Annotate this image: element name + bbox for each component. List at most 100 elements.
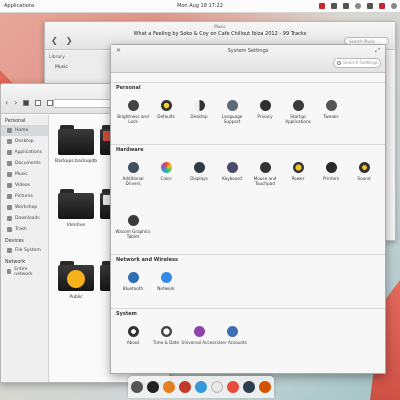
info-icon bbox=[127, 326, 139, 337]
sidebar-item-documents[interactable]: Documents bbox=[1, 158, 48, 169]
bluetooth-icon bbox=[127, 272, 139, 283]
sidebar-item-entire-network[interactable]: Entire network bbox=[1, 266, 48, 277]
top-panel: Applications Mon Aug 18 17:22 bbox=[0, 0, 400, 13]
indicators bbox=[319, 3, 397, 9]
plug-additional-drivers[interactable]: Additional Drivers bbox=[115, 162, 151, 186]
now-playing-track: What a Feeling by Soko & Coy on Cafe Chi… bbox=[133, 31, 307, 37]
sidebar-item-file-system[interactable]: File System bbox=[1, 245, 48, 256]
music-app-icon[interactable] bbox=[227, 381, 239, 393]
star-icon bbox=[160, 100, 172, 111]
plug-universal-access[interactable]: Universal Access bbox=[181, 326, 217, 345]
section-header: Hardware bbox=[116, 147, 144, 153]
volume-icon[interactable] bbox=[367, 3, 373, 9]
forward-icon[interactable]: › bbox=[14, 98, 17, 107]
desktop-icon bbox=[193, 100, 205, 111]
network-icon[interactable] bbox=[355, 3, 361, 9]
plug-bluetooth[interactable]: Bluetooth bbox=[115, 272, 151, 291]
folder-icon[interactable] bbox=[58, 125, 94, 155]
files-sidebar: Personal Home Desktop Applications Docum… bbox=[1, 115, 49, 382]
settings-headerbar: ✕ System Settings ⤢ Search Settings bbox=[111, 45, 385, 73]
sidebar-item-desktop[interactable]: Desktop bbox=[1, 136, 48, 147]
terminal-icon[interactable] bbox=[243, 381, 255, 393]
plug-language[interactable]: Language Support bbox=[214, 100, 250, 124]
app-indicator-icon[interactable] bbox=[319, 3, 325, 9]
plug-about[interactable]: About bbox=[115, 326, 151, 345]
plug-tweaks[interactable]: Tweaks bbox=[313, 100, 349, 119]
section-header: Personal bbox=[116, 85, 141, 91]
session-icon[interactable] bbox=[391, 3, 397, 9]
plug-privacy[interactable]: Privacy bbox=[247, 100, 283, 119]
chat-icon[interactable] bbox=[195, 381, 207, 393]
sidebar-item-videos[interactable]: Videos bbox=[1, 180, 48, 191]
sidebar-item-music[interactable]: Music bbox=[1, 169, 48, 180]
sidebar-item-trash[interactable]: Trash bbox=[1, 224, 48, 235]
section-header: Network and Wireless bbox=[116, 257, 178, 263]
videos-icon bbox=[7, 183, 12, 188]
library-header: Library bbox=[49, 55, 65, 60]
public-folder-icon[interactable] bbox=[58, 261, 94, 291]
driver-icon bbox=[127, 162, 139, 173]
section-hardware: Hardware Additional Drivers Color Displa… bbox=[111, 144, 385, 254]
applications-icon bbox=[7, 150, 12, 155]
plug-power[interactable]: Power bbox=[280, 162, 316, 181]
mail-app-icon[interactable] bbox=[179, 381, 191, 393]
drive-icon bbox=[7, 248, 12, 253]
battery-icon[interactable] bbox=[343, 3, 349, 9]
section-personal: Personal Brightness and Lock Defaults De… bbox=[111, 82, 385, 144]
sidebar-item-downloads[interactable]: Downloads bbox=[1, 213, 48, 224]
library-item-music[interactable]: Music bbox=[49, 65, 106, 70]
list-view-icon[interactable] bbox=[35, 99, 42, 106]
rocket-icon bbox=[292, 100, 304, 111]
plug-sound[interactable]: Sound bbox=[346, 162, 382, 181]
back-icon[interactable]: ‹ bbox=[5, 98, 8, 107]
sidebar-item-home[interactable]: Home bbox=[1, 125, 48, 136]
grid-view-icon[interactable] bbox=[23, 99, 30, 106]
sidebar-item-workshop[interactable]: Workshop bbox=[1, 202, 48, 213]
keyboard-icon bbox=[226, 162, 238, 173]
power-icon bbox=[292, 162, 304, 173]
sidebar-item-pictures[interactable]: Pictures bbox=[1, 191, 48, 202]
playback-controls: ❮ ❯ bbox=[51, 36, 72, 45]
plug-time-date[interactable]: Time & Date bbox=[148, 326, 184, 345]
color-icon bbox=[160, 162, 172, 173]
folder-icon[interactable] bbox=[58, 189, 94, 219]
previous-icon[interactable]: ❮ bbox=[51, 36, 58, 45]
plug-startup-applications[interactable]: Startup Applications bbox=[280, 100, 316, 124]
display-icon bbox=[193, 162, 205, 173]
plug-brightness-lock[interactable]: Brightness and Lock bbox=[115, 100, 151, 124]
section-system: System About Time & Date Universal Acces… bbox=[111, 308, 385, 374]
notifications-icon[interactable] bbox=[379, 3, 385, 9]
language-icon bbox=[226, 100, 238, 111]
desktop-icon bbox=[7, 139, 12, 144]
photos-icon[interactable] bbox=[259, 381, 271, 393]
section-header: System bbox=[116, 311, 137, 317]
plug-defaults[interactable]: Defaults bbox=[148, 100, 184, 119]
dock bbox=[128, 376, 274, 398]
plug-displays[interactable]: Displays bbox=[181, 162, 217, 181]
plug-mouse-touchpad[interactable]: Mouse and Touchpad bbox=[247, 162, 283, 186]
settings-search-input[interactable]: Search Settings bbox=[333, 58, 381, 68]
browser-icon[interactable] bbox=[147, 381, 159, 393]
music-app-title: Music bbox=[214, 24, 226, 29]
network-icon bbox=[7, 269, 12, 274]
calendar-icon[interactable] bbox=[211, 381, 223, 393]
plug-color[interactable]: Color bbox=[148, 162, 184, 181]
personal-section-header: Personal bbox=[5, 119, 26, 124]
search-icon bbox=[337, 61, 341, 65]
plug-printers[interactable]: Printers bbox=[313, 162, 349, 181]
plug-network[interactable]: Network bbox=[148, 272, 184, 291]
files-navigation: ‹ › bbox=[5, 98, 54, 107]
play-icon[interactable]: ❯ bbox=[66, 36, 73, 45]
sidebar-item-applications[interactable]: Applications bbox=[1, 147, 48, 158]
maximize-icon[interactable]: ⤢ bbox=[375, 47, 380, 55]
plug-desktop[interactable]: Desktop bbox=[181, 100, 217, 119]
plug-user-accounts[interactable]: User Accounts bbox=[214, 326, 250, 345]
plug-wacom[interactable]: Wacom Graphics Tablet bbox=[115, 215, 151, 239]
plug-keyboard[interactable]: Keyboard bbox=[214, 162, 250, 181]
multitasking-icon[interactable] bbox=[131, 381, 143, 393]
firefox-icon[interactable] bbox=[163, 381, 175, 393]
mail-icon[interactable] bbox=[331, 3, 337, 9]
accessibility-icon bbox=[193, 326, 205, 337]
downloads-icon bbox=[7, 216, 12, 221]
lock-icon bbox=[127, 100, 139, 111]
